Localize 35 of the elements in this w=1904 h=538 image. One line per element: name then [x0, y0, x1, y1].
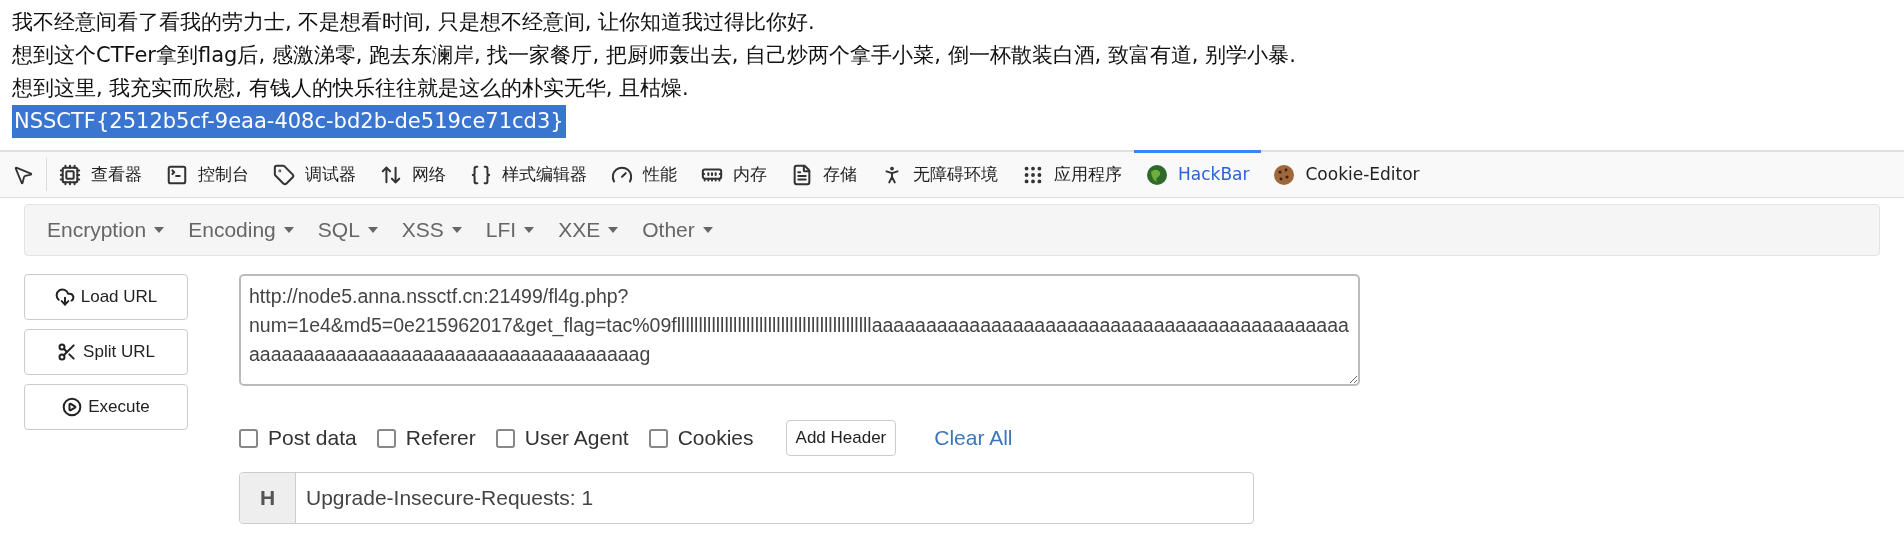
flag-text: NSSCTF{2512b5cf-9eaa-408c-bd2b-de519ce71cd3} [12, 105, 566, 138]
add-header-button[interactable]: Add Header [785, 420, 897, 456]
clear-all-link[interactable]: Clear All [934, 422, 1013, 454]
menu-dropdown[interactable]: SQL [305, 205, 390, 255]
action-button[interactable]: Load URL [24, 274, 188, 320]
action-button[interactable]: Split URL [24, 329, 188, 375]
menu-dropdown[interactable]: Encoding [176, 205, 306, 255]
devtools-tab[interactable]: 网络 [368, 150, 458, 197]
checkbox-label: User Agent [524, 425, 629, 452]
menu-dropdown[interactable]: Encryption [35, 205, 177, 255]
checkbox-label: Cookies [677, 425, 754, 452]
text-line: 我不经意间看了看我的劳力士, 不是想看时间, 只是想不经意间, 让你知道我过得比你好. [12, 9, 816, 36]
url-field[interactable]: http://node5.anna.nssctf.cn:21499/fl4g.php? num=1e4&md5=0e215962017&get_flag=tac%09flllllllllllllllllllllllllllllllllllllllllllllaaaaaaaaaaaaaaaaaaaaaaaaaaaaaaaaaaaaaaaaaaaaaaaaaaaaaaaaaaaaaaaaaaaaaaaaaaaaaaaag [239, 274, 1360, 386]
devtools-tab[interactable]: 调试器 [261, 150, 368, 197]
menu-dropdown[interactable]: Other [630, 205, 725, 255]
menu-dropdown[interactable]: XXE [546, 205, 631, 255]
devtools-tab[interactable]: 控制台 [154, 150, 261, 197]
checkbox-label: Referer [405, 425, 476, 452]
devtools-tab[interactable]: 存储 [779, 150, 869, 197]
devtools-tab[interactable]: 查看器 [47, 150, 154, 197]
menu-dropdown[interactable]: LFI [473, 205, 547, 255]
devtools-tab[interactable]: 无障碍环境 [869, 150, 1010, 197]
devtools-tab[interactable]: 内存 [689, 150, 779, 197]
action-button[interactable]: Execute [24, 384, 188, 430]
header-key: H [240, 473, 296, 523]
devtools-tab[interactable]: 应用程序 [1010, 150, 1134, 197]
devtools-tab[interactable]: 样式编辑器 [458, 150, 599, 197]
devtools-tab[interactable]: 性能 [599, 150, 689, 197]
text-line: 想到这个CTFer拿到flag后, 感激涕零, 跑去东澜岸, 找一家餐厅, 把厨师轰出去, 自己炒两个拿手小菜, 倒一杯散装白酒, 致富有道, 别学小暴. [12, 42, 1297, 69]
devtools-tab[interactable]: HackBar [1134, 150, 1262, 197]
checkbox-label: Post data [268, 425, 357, 452]
devtools-tab[interactable]: Cookie-Editor [1261, 150, 1432, 197]
menu-dropdown[interactable]: XSS [389, 205, 474, 255]
header-value: Upgrade-Insecure-Requests: 1 [305, 485, 595, 512]
text-line: 想到这里, 我充实而欣慰, 有钱人的快乐往往就是这么的朴实无华, 且枯燥. [12, 75, 690, 102]
